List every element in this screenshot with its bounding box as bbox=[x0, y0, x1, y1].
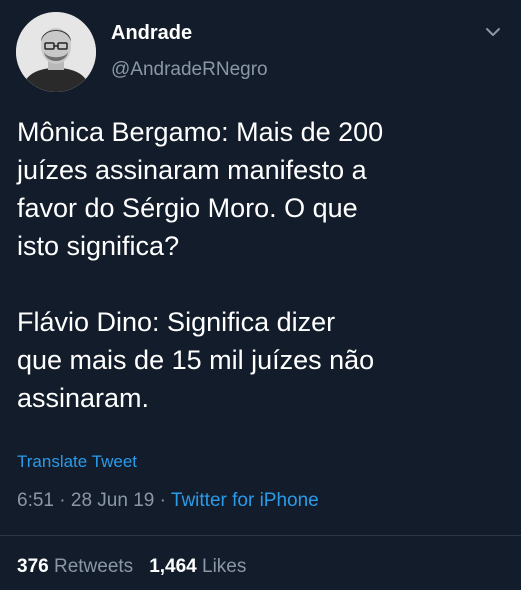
author-handle[interactable]: @AndradeRNegro bbox=[111, 59, 268, 81]
tweet-time[interactable]: 6:51 bbox=[17, 490, 54, 511]
retweets-count: 376 bbox=[17, 556, 49, 577]
translate-tweet-link[interactable]: Translate Tweet bbox=[17, 452, 137, 472]
tweet-date[interactable]: 28 Jun 19 bbox=[71, 490, 154, 511]
tweet-meta: 6:51 · 28 Jun 19 · Twitter for iPhone bbox=[17, 490, 319, 512]
author-avatar[interactable] bbox=[16, 12, 96, 92]
likes-label: Likes bbox=[202, 556, 247, 577]
author-name[interactable]: Andrade bbox=[111, 22, 192, 45]
tweet-stats: 376 Retweets 1,464 Likes bbox=[17, 556, 246, 578]
likes-stat[interactable]: 1,464 Likes bbox=[149, 556, 246, 577]
likes-count: 1,464 bbox=[149, 556, 197, 577]
retweets-label: Retweets bbox=[53, 556, 134, 577]
tweet-card: Andrade @AndradeRNegro Mônica Bergamo: M… bbox=[0, 0, 521, 590]
retweets-stat[interactable]: 376 Retweets bbox=[17, 556, 133, 577]
tweet-paragraph-1: Mônica Bergamo: Mais de 200 juízes assin… bbox=[17, 117, 384, 261]
meta-separator: · bbox=[53, 490, 71, 511]
tweet-source-link[interactable]: Twitter for iPhone bbox=[171, 490, 319, 511]
chevron-down-icon[interactable] bbox=[484, 26, 502, 38]
avatar-image bbox=[16, 12, 96, 92]
tweet-text: Mônica Bergamo: Mais de 200 juízes assin… bbox=[17, 113, 497, 417]
meta-separator: · bbox=[154, 490, 171, 511]
divider bbox=[0, 535, 521, 536]
tweet-paragraph-2: Flávio Dino: Significa dizer que mais de… bbox=[17, 307, 375, 413]
